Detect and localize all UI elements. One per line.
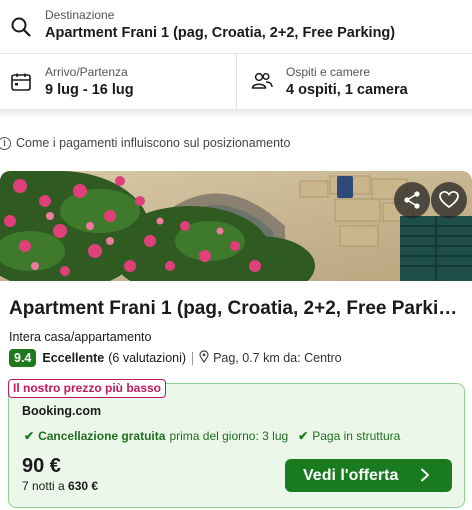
calendar-icon [11, 73, 31, 96]
rating-label: Eccellente [42, 351, 105, 365]
total-amount: 630 € [68, 479, 99, 493]
dates-guests-row: Arrivo/Partenza 9 lug - 16 lug Ospiti e … [0, 54, 472, 110]
review-count: (6 valutazioni) [108, 351, 187, 365]
share-button[interactable] [394, 182, 430, 218]
lowest-price-badge: Il nostro prezzo più basso [8, 379, 167, 398]
dates-field[interactable]: Arrivo/Partenza 9 lug - 16 lug [0, 54, 237, 110]
property-type: Intera casa/appartamento [9, 330, 152, 344]
dates-label: Arrivo/Partenza [45, 65, 128, 79]
location-text: Pag, 0.7 km da: Centro [213, 351, 342, 365]
offer-perks: ✔ Cancellazione gratuita prima del giorn… [24, 428, 400, 444]
destination-label: Destinazione [45, 8, 115, 22]
payment-ranking-text: Come i pagamenti influiscono sul posizio… [16, 136, 291, 150]
price-per-night: 90 € [22, 455, 61, 477]
favorite-button[interactable] [431, 182, 467, 218]
location-pin-icon [199, 350, 209, 366]
guests-value: 4 ospiti, 1 camera [286, 82, 408, 98]
destination-field[interactable]: Destinazione Apartment Frani 1 (pag, Cro… [0, 0, 472, 54]
check-icon: ✔ [298, 429, 309, 443]
pay-at-property-label: Paga in struttura [312, 429, 401, 443]
total-price: 7 notti a 630 € [22, 479, 98, 493]
listing-title[interactable]: Apartment Frani 1 (pag, Croatia, 2+2, Fr… [9, 298, 464, 320]
dates-value: 9 lug - 16 lug [45, 82, 134, 98]
view-offer-label: Vedi l'offerta [303, 466, 399, 484]
search-icon [10, 16, 32, 38]
offer-provider: Booking.com [22, 404, 102, 418]
info-icon: i [0, 136, 11, 150]
share-icon [404, 191, 420, 209]
destination-value: Apartment Frani 1 (pag, Croatia, 2+2, Fr… [45, 25, 396, 41]
rating-score: 9.4 [9, 349, 37, 367]
guests-label: Ospiti e camere [286, 65, 371, 79]
payment-ranking-info[interactable]: i Come i pagamenti influiscono sul posiz… [0, 134, 290, 152]
separator [192, 351, 194, 365]
people-icon [251, 72, 273, 95]
free-cancellation-date: prima del giorno: 3 lug [169, 429, 289, 443]
free-cancellation-label: Cancellazione gratuita [38, 429, 166, 443]
view-offer-button[interactable]: Vedi l'offerta [285, 459, 452, 492]
chevron-right-icon [420, 468, 430, 487]
check-icon: ✔ [24, 429, 35, 443]
header-shadow [0, 110, 472, 118]
guests-field[interactable]: Ospiti e camere 4 ospiti, 1 camera [237, 54, 472, 110]
heart-icon [439, 190, 459, 209]
nights-label: 7 notti a [22, 479, 65, 493]
rating-row: 9.4 Eccellente (6 valutazioni) Pag, 0.7 … [9, 349, 342, 367]
